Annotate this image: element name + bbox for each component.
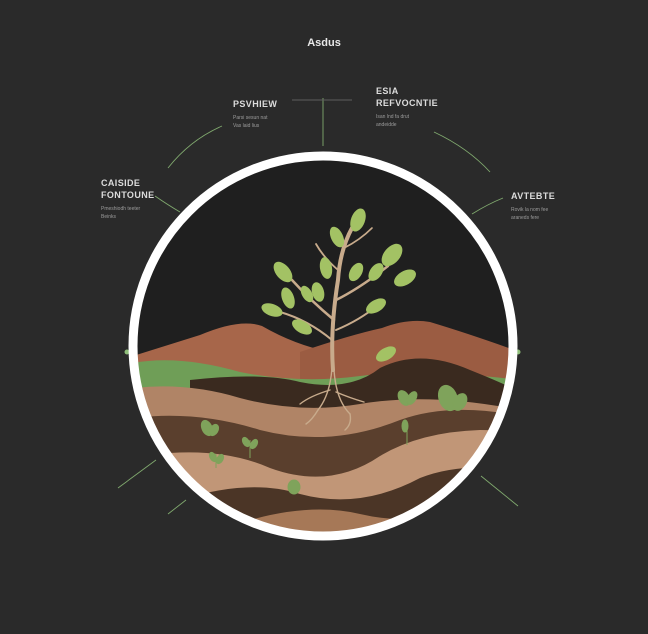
connector-top-left [167, 125, 223, 169]
label-left-heading-2: FONTOUNE [101, 190, 155, 200]
connector-top-right [433, 131, 491, 173]
label-top-right: ESIA REFVOCNTIE Isan lnd fa drut andeidd… [376, 85, 438, 129]
label-left-desc: Pmeshiodh teeter Beinks [101, 205, 155, 221]
connector-right [471, 197, 504, 215]
label-left: CAISIDE FONTOUNE Pmeshiodh teeter Beinks [101, 177, 155, 221]
soil-tree-diagram [117, 98, 521, 541]
label-left-line-2: Beinks [101, 214, 117, 220]
label-right-line-1: Rovik la nom fee [511, 207, 549, 213]
label-top-right-line-2: andeidde [376, 122, 397, 128]
sprout-icon [287, 479, 301, 495]
soil-scene [133, 320, 513, 536]
label-top-left-line-2: Vas laid lius [233, 123, 260, 129]
connector-bottom-right [480, 475, 519, 507]
label-right-line-2: araneds fere [511, 215, 540, 221]
label-left-heading-1: CAISIDE [101, 178, 141, 188]
diagram-title: Asdus [307, 37, 341, 49]
connector-left [154, 195, 181, 213]
label-top-left-heading: PSVHIEW [233, 99, 278, 109]
label-top-right-line-1: Isan lnd fa drut [376, 114, 410, 120]
connector-bottom-left [117, 459, 157, 489]
label-right-heading: AVTEBTE [511, 191, 556, 201]
label-top-right-heading-2: REFVOCNTIE [376, 98, 439, 108]
label-left-line-1: Pmeshiodh teeter [101, 206, 141, 212]
label-top-left-desc: Parsi sesun nat Vas laid lius [233, 114, 277, 130]
label-right-desc: Rovik la nom fee araneds fere [511, 206, 555, 222]
label-top-right-heading-1: ESIA [376, 86, 399, 96]
label-top-left: PSVHIEW Parsi sesun nat Vas laid lius [233, 98, 277, 130]
label-top-right-desc: Isan lnd fa drut andeidde [376, 113, 438, 129]
label-top-left-line-1: Parsi sesun nat [233, 115, 268, 121]
label-right: AVTEBTE Rovik la nom fee araneds fere [511, 190, 555, 222]
connector-bottom-left-2 [167, 499, 187, 515]
